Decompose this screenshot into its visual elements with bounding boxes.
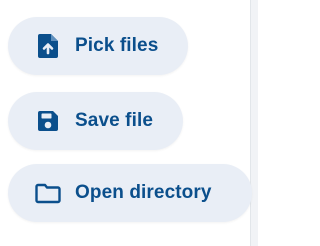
save-file-button[interactable]: Save file [8, 92, 183, 150]
pick-files-button[interactable]: Pick files [8, 17, 188, 75]
folder-icon [35, 180, 61, 206]
save-floppy-icon [35, 108, 61, 134]
open-directory-button[interactable]: Open directory [8, 164, 252, 222]
save-file-label: Save file [75, 110, 154, 131]
pick-files-label: Pick files [75, 35, 159, 56]
scrollbar-track [250, 0, 258, 246]
file-upload-icon [35, 33, 61, 59]
open-directory-label: Open directory [75, 182, 212, 203]
